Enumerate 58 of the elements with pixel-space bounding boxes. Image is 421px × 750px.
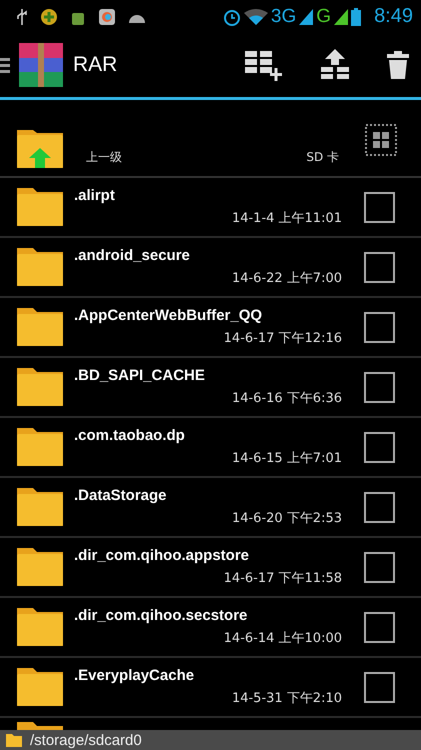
storage-label: SD 卡 <box>306 149 339 166</box>
folder-name[interactable]: .AppCenterWebBuffer_QQ <box>74 307 338 324</box>
checkbox[interactable] <box>364 312 395 342</box>
menu-icon[interactable] <box>0 56 10 74</box>
folder-icon <box>6 734 22 746</box>
alarm-icon <box>222 8 241 26</box>
extract-icon[interactable] <box>321 49 349 81</box>
usb-icon <box>16 8 28 26</box>
checkbox[interactable] <box>364 672 395 702</box>
folder-name[interactable]: .BD_SAPI_CACHE <box>74 367 338 384</box>
modified-date: 14-6-17 下午11:58 <box>224 570 342 587</box>
add-to-archive-icon[interactable] <box>245 49 283 81</box>
modified-date: 14-5-31 下午2:10 <box>232 690 342 707</box>
folder-icon <box>16 608 64 646</box>
folder-name[interactable]: .com.taobao.dp <box>74 427 338 444</box>
checkbox[interactable] <box>364 192 395 222</box>
signal-icon <box>299 8 314 24</box>
battery-icon <box>351 8 362 26</box>
checkbox[interactable] <box>364 492 395 522</box>
app-icon <box>40 8 58 26</box>
folder-name[interactable]: .dir_com.qihoo.secstore <box>74 607 338 624</box>
checkbox[interactable] <box>364 372 395 402</box>
clock: 8:49 <box>374 5 413 28</box>
network-type: G <box>316 6 332 28</box>
network-type: 3G <box>270 6 296 28</box>
checkbox[interactable] <box>364 612 395 642</box>
folder-icon <box>16 308 64 346</box>
folder-icon <box>16 188 64 226</box>
modified-date: 14-6-16 下午6:36 <box>232 390 342 407</box>
modified-date: 14-1-4 上午11:01 <box>232 210 342 227</box>
folder-name[interactable]: .DataStorage <box>74 487 338 504</box>
folder-icon <box>16 668 64 706</box>
current-path: /storage/sdcard0 <box>30 732 142 748</box>
signal-icon <box>334 8 348 24</box>
wifi-icon <box>244 8 268 24</box>
folder-icon <box>16 428 64 466</box>
trash-icon[interactable] <box>387 51 409 79</box>
folder-icon <box>16 488 64 526</box>
folder-icon <box>16 368 64 406</box>
modified-date: 14-6-15 上午7:01 <box>232 450 342 467</box>
app-title: RAR <box>73 53 118 77</box>
modified-date: 14-6-22 上午7:00 <box>232 270 342 287</box>
folder-name[interactable]: .alirpt <box>74 187 338 204</box>
folder-name[interactable]: .EveryplayCache <box>74 667 338 684</box>
folder-icon <box>16 248 64 286</box>
modified-date: 14-6-17 下午12:16 <box>224 330 342 347</box>
app-icon <box>98 8 116 26</box>
folder-icon <box>16 548 64 586</box>
folder-name[interactable]: .android_secure <box>74 247 338 264</box>
select-all-icon[interactable] <box>365 124 397 156</box>
modified-date: 14-6-20 下午2:53 <box>232 510 342 527</box>
checkbox[interactable] <box>364 552 395 582</box>
archive-icon[interactable] <box>17 41 65 89</box>
checkbox[interactable] <box>364 252 395 282</box>
modified-date: 14-6-14 上午10:00 <box>224 630 342 647</box>
parent-folder-label[interactable]: 上一级 <box>86 149 122 166</box>
folder-name[interactable]: .dir_com.qihoo.appstore <box>74 547 338 564</box>
checkbox[interactable] <box>364 432 395 462</box>
